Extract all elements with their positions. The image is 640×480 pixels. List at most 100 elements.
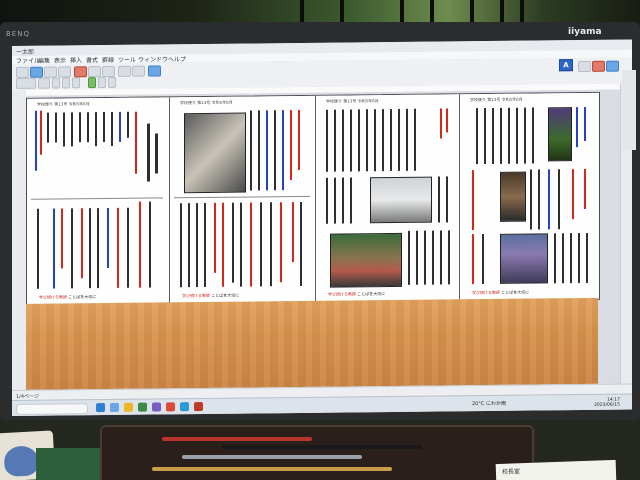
scissors [182, 455, 362, 459]
app-icon[interactable] [138, 402, 147, 412]
system-clock[interactable]: 14:17 2023/06/15 [582, 398, 620, 408]
text-column [584, 106, 586, 142]
open-file-icon[interactable] [30, 66, 43, 78]
text-column [280, 202, 282, 283]
desk-mat [36, 448, 106, 480]
newsletter-spread: 学校便り 第13号 令和5年6月 学び続ける教師 ことばを大切に 学校便り 第1… [26, 91, 600, 306]
text-column [89, 208, 91, 289]
page-header: 学校便り 第13号 令和5年6月 [470, 96, 523, 103]
text-column [107, 207, 109, 269]
start-icon[interactable] [96, 403, 105, 413]
app-icon[interactable] [180, 402, 189, 412]
text-column [290, 110, 292, 181]
text-column [342, 109, 344, 172]
page-footer-red: 学び続ける教師 [182, 292, 210, 299]
page-footer-red: 学び続ける教師 [472, 289, 500, 296]
text-column [406, 108, 408, 171]
align-right-icon[interactable] [108, 76, 116, 88]
divider [174, 195, 310, 199]
app-icon[interactable] [166, 402, 175, 412]
text-column [424, 230, 426, 285]
bold-icon[interactable] [52, 77, 60, 89]
photo-calligraphy [184, 112, 246, 194]
text-style-chip[interactable]: A [559, 59, 573, 72]
underline-icon[interactable] [72, 77, 80, 89]
page-header: 学校便り 第13号 令和5年6月 [37, 101, 90, 107]
text-column [326, 109, 328, 172]
text-column [87, 112, 89, 143]
align-left-icon[interactable] [88, 77, 96, 89]
text-column [127, 111, 129, 138]
text-column [250, 110, 252, 191]
text-column [260, 202, 262, 287]
page-footer-black: ことばを大切に [211, 292, 240, 298]
ichitaro-icon[interactable] [194, 401, 203, 412]
text-column [180, 203, 182, 288]
text-column [532, 107, 534, 164]
app-icon[interactable] [152, 402, 161, 412]
format-icon[interactable] [148, 65, 161, 77]
text-column [300, 201, 302, 286]
text-column [334, 109, 336, 172]
red-pen [162, 437, 312, 441]
text-column [342, 177, 344, 224]
text-column [484, 108, 486, 165]
text-column [282, 110, 284, 191]
text-column [570, 233, 572, 284]
text-column [482, 234, 484, 285]
text-column [586, 232, 588, 283]
text-column [135, 111, 137, 174]
weather-widget[interactable]: 20°C にわか雨 [472, 400, 506, 407]
explorer-icon[interactable] [124, 402, 133, 412]
undo-icon[interactable] [118, 65, 131, 77]
text-column [292, 202, 294, 263]
text-column [95, 112, 97, 147]
italic-icon[interactable] [62, 77, 70, 89]
cut-icon[interactable] [74, 66, 87, 78]
text-column [446, 176, 448, 223]
taskbar-search[interactable] [16, 403, 88, 415]
text-column [139, 201, 141, 288]
text-column [416, 230, 418, 285]
marker-icon[interactable] [592, 60, 605, 72]
desk-note-text: 校長室 [501, 468, 521, 476]
align-center-icon[interactable] [98, 77, 106, 89]
text-column [35, 110, 37, 171]
text-column [266, 110, 268, 191]
text-column [119, 111, 121, 142]
font-select[interactable] [16, 77, 36, 89]
paste-icon[interactable] [102, 65, 115, 78]
text-column [55, 112, 57, 143]
text-column [71, 208, 73, 289]
photo-scene: BENQ iiyama 一太郎 ファイル 編集 表示 挿入 書式 罫線 ツール … [0, 0, 640, 480]
photo-group [330, 232, 402, 288]
page-footer: 学び続ける教師 ことばを大切に [472, 290, 529, 297]
text-column [440, 230, 442, 285]
print-icon[interactable] [58, 66, 71, 78]
palette-icon[interactable] [578, 60, 591, 73]
text-column [366, 109, 368, 172]
text-column [40, 110, 42, 155]
redo-icon[interactable] [132, 65, 145, 77]
text-column [440, 108, 442, 139]
page-footer-black: ことばを大切に [68, 294, 97, 300]
help-icon[interactable] [606, 60, 619, 72]
page-footer-red: 学び続ける教師 [39, 294, 67, 300]
copy-icon[interactable] [88, 66, 101, 78]
newsletter-page: 学校便り 第13号 令和5年6月 学び続ける教師 ことばを大切に [460, 92, 599, 301]
photo-flowers [548, 107, 572, 162]
text-column [398, 108, 400, 171]
text-column [127, 207, 129, 288]
newsletter-page: 学校便り 第13号 令和5年6月 学び続ける教師 ことばを大切に [170, 95, 316, 304]
new-file-icon[interactable] [16, 66, 29, 78]
side-panel [622, 70, 636, 150]
text-column [97, 208, 99, 289]
desktop-wallpaper [26, 297, 598, 390]
text-column [103, 112, 105, 143]
font-size-select[interactable] [38, 77, 50, 89]
text-column [414, 108, 416, 171]
save-icon[interactable] [44, 66, 57, 78]
text-column [79, 112, 81, 143]
text-column [71, 112, 73, 147]
edge-icon[interactable] [110, 402, 119, 412]
